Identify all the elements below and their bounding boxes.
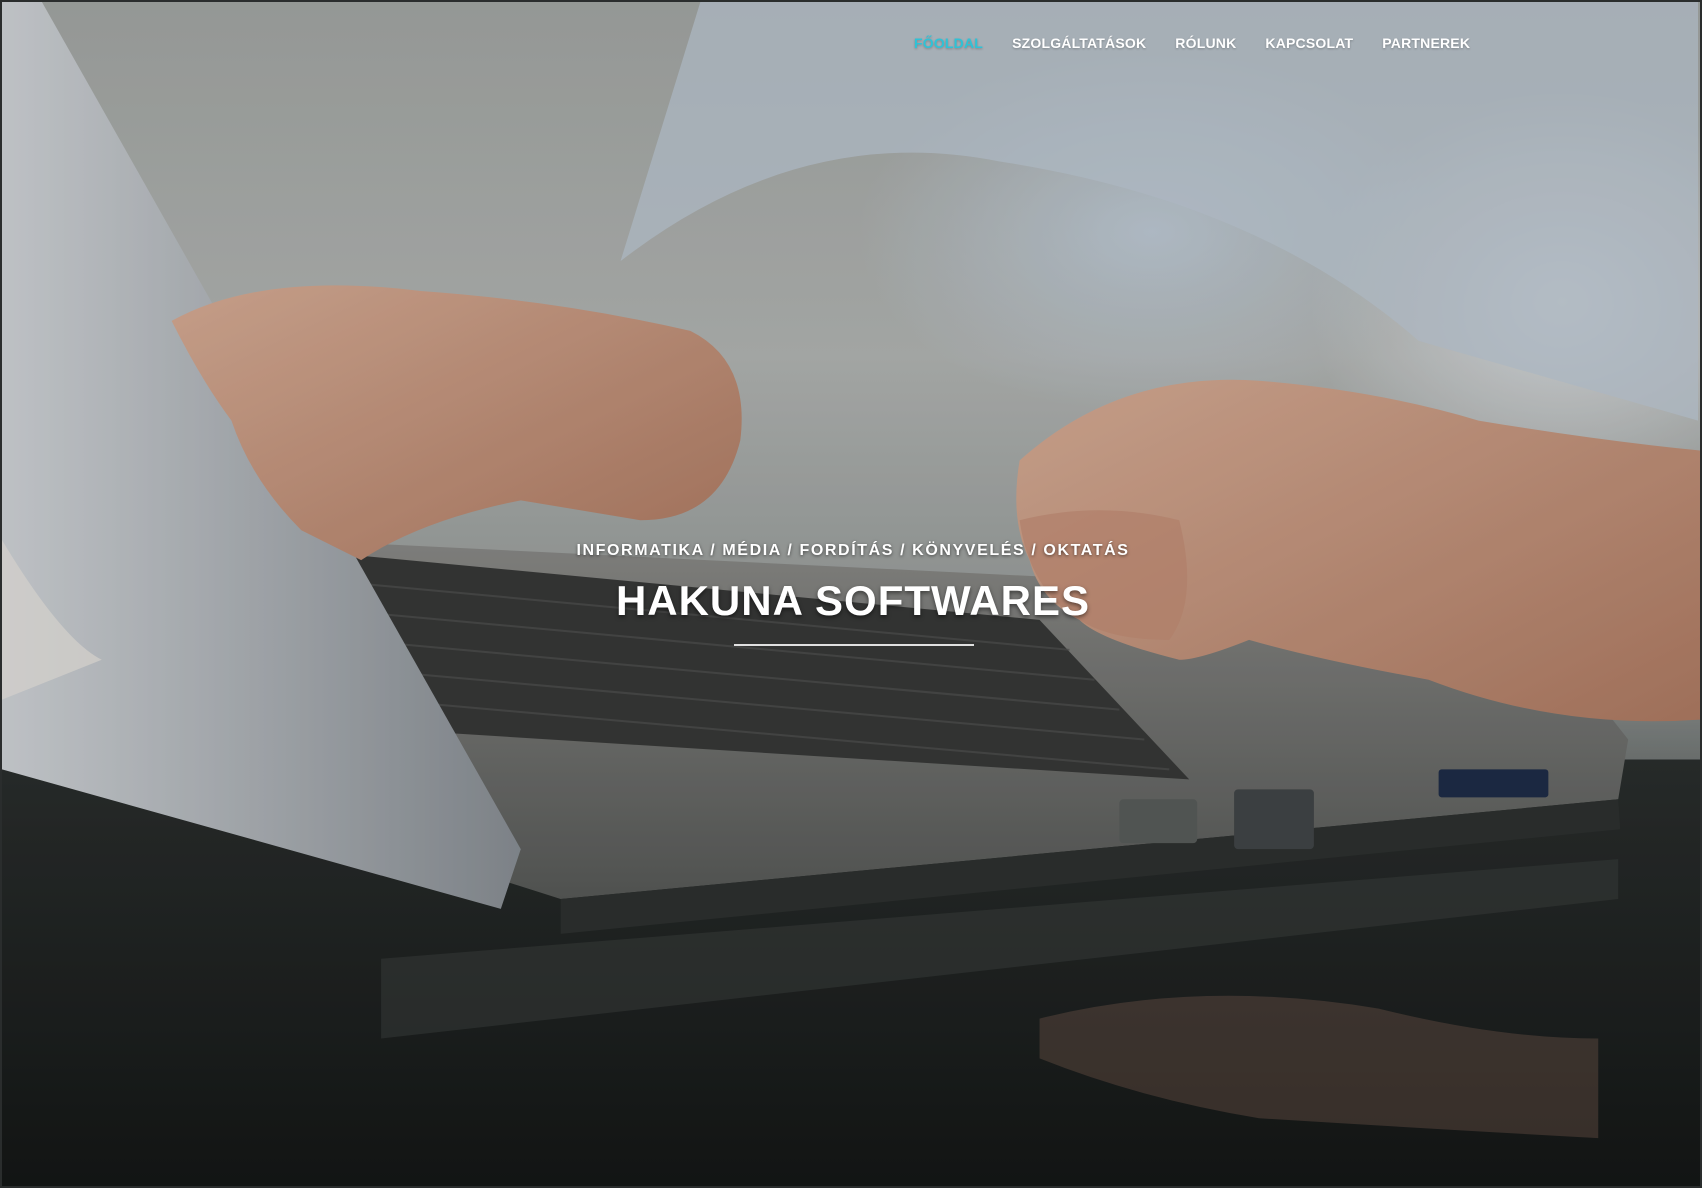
nav-item-foldal[interactable]: FŐOLDAL (914, 35, 983, 51)
nav-item-partnerek[interactable]: PARTNEREK (1382, 35, 1470, 51)
nav-item-rolunk[interactable]: RÓLUNK (1175, 35, 1236, 51)
hero-section: FŐOLDAL SZOLGÁLTATÁSOK RÓLUNK KAPCSOLAT … (0, 0, 1702, 1188)
hero-title: HAKUNA SOFTWARES (615, 577, 1091, 624)
nav-item-szolgaltatasok[interactable]: SZOLGÁLTATÁSOK (1012, 35, 1146, 51)
main-navigation: FŐOLDAL SZOLGÁLTATÁSOK RÓLUNK KAPCSOLAT … (914, 35, 1499, 51)
hero-divider (734, 644, 974, 646)
nav-item-kapcsolat[interactable]: KAPCSOLAT (1265, 35, 1353, 51)
hero-tagline: INFORMATIKA / MÉDIA / FORDÍTÁS / KÖNYVEL… (576, 542, 1130, 559)
